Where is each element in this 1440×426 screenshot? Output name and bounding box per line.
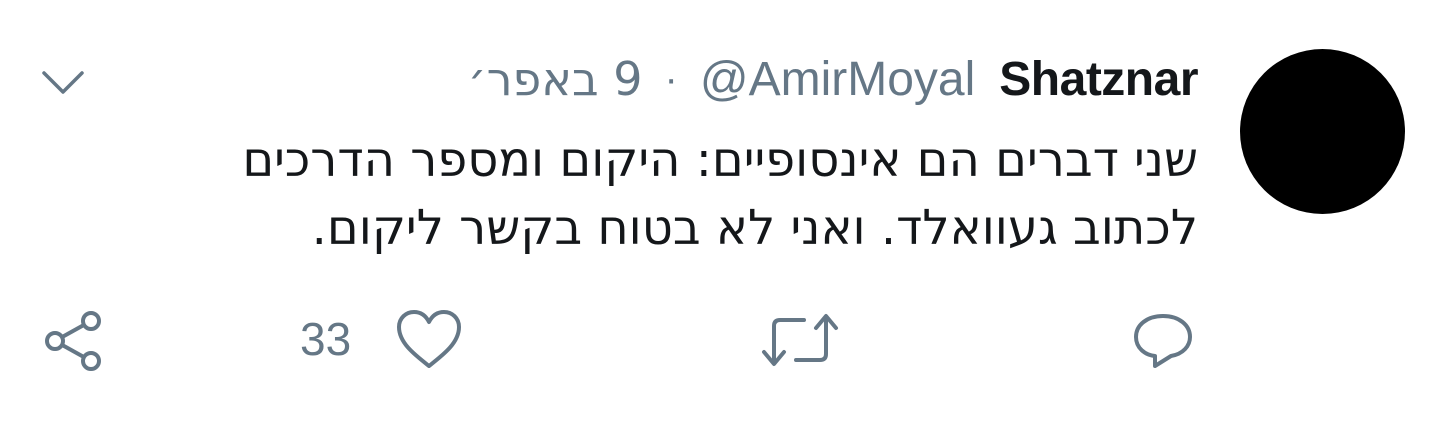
author-handle[interactable]: @AmirMoyal bbox=[700, 52, 975, 107]
tweet-text: שני דברים הם אינסופיים: היקום ומספר הדרכ… bbox=[68, 126, 1198, 262]
tweet-text-line: שני דברים הם אינסופיים: היקום ומספר הדרכ… bbox=[242, 132, 1198, 188]
reply-button[interactable] bbox=[1130, 308, 1196, 372]
like-button[interactable]: 33 bbox=[300, 308, 463, 370]
author-name[interactable]: Shatznar bbox=[999, 52, 1198, 107]
tweet-card[interactable]: Shatznar @AmirMoyal · 9 באפר׳ שני דברים … bbox=[0, 0, 1440, 426]
reply-icon bbox=[1134, 314, 1192, 368]
share-icon bbox=[45, 311, 101, 371]
heart-icon bbox=[397, 310, 462, 368]
chevron-down-icon[interactable] bbox=[38, 58, 88, 108]
avatar[interactable] bbox=[1240, 49, 1405, 214]
tweet-header: Shatznar @AmirMoyal · 9 באפר׳ bbox=[467, 48, 1198, 110]
like-count: 33 bbox=[300, 313, 352, 365]
tweet-timestamp[interactable]: 9 באפר׳ bbox=[467, 52, 642, 106]
retweet-button[interactable] bbox=[760, 308, 840, 372]
tweet-text-line: לכתוב געוואלד. ואני לא בטוח בקשר ליקום. bbox=[311, 200, 1198, 256]
share-button[interactable] bbox=[40, 308, 106, 374]
header-separator: · bbox=[664, 56, 678, 101]
retweet-icon bbox=[762, 314, 838, 366]
